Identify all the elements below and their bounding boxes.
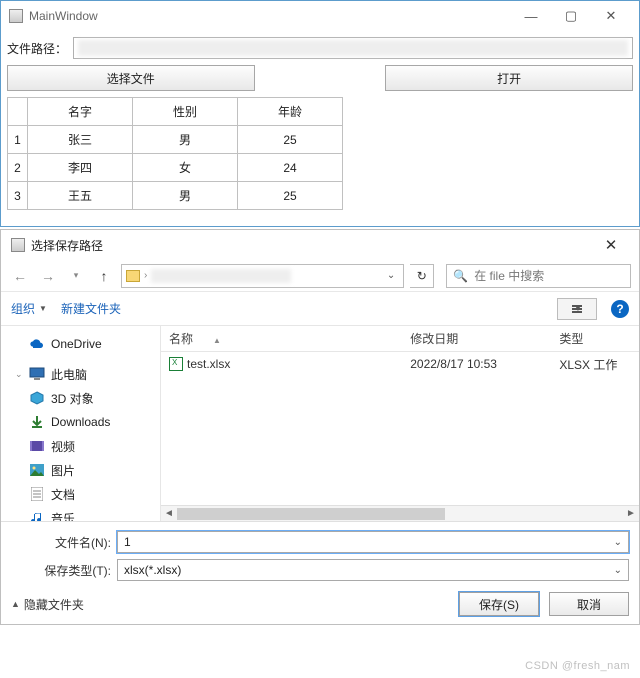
filetype-select[interactable]: xlsx(*.xlsx) ⌄ bbox=[117, 559, 629, 581]
nav-recent-button[interactable]: ▾ bbox=[65, 265, 87, 287]
close-button[interactable]: ✕ bbox=[591, 2, 631, 30]
tree-item-pictures[interactable]: 图片 bbox=[1, 458, 160, 482]
dialog-title: 选择保存路径 bbox=[31, 237, 103, 254]
cloud-icon bbox=[29, 336, 45, 352]
horizontal-scrollbar[interactable]: ◄ ► bbox=[161, 505, 639, 521]
table-row[interactable]: 3 王五 男 25 bbox=[8, 182, 343, 210]
tree-item-videos[interactable]: 视频 bbox=[1, 434, 160, 458]
save-dialog: 选择保存路径 ✕ ← → ▾ ↑ › ⌄ ↻ 🔍 在 file 中搜索 组织 ▼… bbox=[0, 229, 640, 625]
file-row[interactable]: test.xlsx 2022/8/17 10:53 XLSX 工作 bbox=[161, 352, 639, 376]
col-header-age[interactable]: 年龄 bbox=[238, 98, 343, 126]
dialog-icon bbox=[11, 238, 25, 252]
document-icon bbox=[29, 486, 45, 502]
monitor-icon bbox=[29, 366, 45, 382]
folder-icon bbox=[126, 270, 140, 282]
nav-forward-button: → bbox=[37, 265, 59, 287]
main-buttons-row: 选择文件 打开 bbox=[1, 65, 639, 91]
col-header-name[interactable]: 名字 bbox=[28, 98, 133, 126]
view-mode-button[interactable]: ▼ bbox=[557, 298, 597, 320]
scroll-right-icon[interactable]: ► bbox=[623, 508, 639, 519]
tree-item-documents[interactable]: 文档 bbox=[1, 482, 160, 506]
search-icon: 🔍 bbox=[453, 269, 468, 283]
chevron-up-icon: ▲ bbox=[11, 599, 20, 609]
dialog-titlebar: 选择保存路径 ✕ bbox=[1, 230, 639, 260]
chevron-right-icon: › bbox=[144, 270, 147, 281]
toolbar-row: 组织 ▼ 新建文件夹 ▼ ? bbox=[1, 292, 639, 326]
picture-icon bbox=[29, 462, 45, 478]
maximize-button[interactable]: ▢ bbox=[551, 2, 591, 30]
tree-onedrive[interactable]: OneDrive bbox=[1, 332, 160, 356]
organize-menu[interactable]: 组织 bbox=[11, 300, 35, 317]
table-row[interactable]: 2 李四 女 24 bbox=[8, 154, 343, 182]
search-placeholder: 在 file 中搜索 bbox=[474, 267, 544, 284]
col-name[interactable]: 名称▲ bbox=[161, 330, 402, 347]
col-date[interactable]: 修改日期 bbox=[402, 330, 551, 347]
refresh-button[interactable]: ↻ bbox=[410, 264, 434, 288]
help-button[interactable]: ? bbox=[611, 300, 629, 318]
col-type[interactable]: 类型 bbox=[551, 330, 639, 347]
filename-input[interactable]: 1 ⌄ bbox=[117, 531, 629, 553]
filetype-label: 保存类型(T): bbox=[11, 562, 111, 579]
sort-asc-icon: ▲ bbox=[213, 336, 221, 345]
music-icon bbox=[29, 510, 45, 521]
col-header-gender[interactable]: 性别 bbox=[133, 98, 238, 126]
video-icon bbox=[29, 438, 45, 454]
download-icon bbox=[29, 414, 45, 430]
file-columns-header: 名称▲ 修改日期 类型 bbox=[161, 326, 639, 352]
main-window: MainWindow — ▢ ✕ 文件路径： 选择文件 打开 名字 性别 年龄 … bbox=[0, 0, 640, 227]
filename-row: 文件名(N): 1 ⌄ bbox=[1, 528, 639, 556]
breadcrumb-dropdown[interactable]: ⌄ bbox=[383, 270, 399, 281]
hide-folders-toggle[interactable]: ▲ 隐藏文件夹 bbox=[11, 596, 84, 613]
dialog-footer: ▲ 隐藏文件夹 保存(S) 取消 bbox=[1, 584, 639, 624]
search-input[interactable]: 🔍 在 file 中搜索 bbox=[446, 264, 631, 288]
main-titlebar: MainWindow — ▢ ✕ bbox=[1, 1, 639, 31]
scroll-left-icon[interactable]: ◄ bbox=[161, 508, 177, 519]
tree-item-music[interactable]: 音乐 bbox=[1, 506, 160, 521]
row-header: 3 bbox=[8, 182, 28, 210]
chevron-down-icon: ▼ bbox=[574, 304, 582, 313]
dialog-close-button[interactable]: ✕ bbox=[593, 236, 629, 254]
chevron-down-icon: ▼ bbox=[39, 304, 47, 313]
save-button[interactable]: 保存(S) bbox=[459, 592, 539, 616]
tree-item-3d[interactable]: 3D 对象 bbox=[1, 386, 160, 410]
window-controls: — ▢ ✕ bbox=[511, 2, 631, 30]
window-title: MainWindow bbox=[29, 9, 98, 23]
file-path-row: 文件路径： bbox=[1, 31, 639, 65]
nav-up-button[interactable]: ↑ bbox=[93, 265, 115, 287]
cancel-button[interactable]: 取消 bbox=[549, 592, 629, 616]
new-folder-button[interactable]: 新建文件夹 bbox=[61, 300, 121, 317]
tree-item-downloads[interactable]: Downloads bbox=[1, 410, 160, 434]
watermark: CSDN @fresh_nam bbox=[525, 660, 630, 672]
tree-thispc[interactable]: ⌄ 此电脑 bbox=[1, 362, 160, 386]
cube-icon bbox=[29, 390, 45, 406]
xlsx-file-icon bbox=[169, 357, 183, 371]
file-path-label: 文件路径： bbox=[7, 40, 67, 57]
chevron-down-icon[interactable]: ⌄ bbox=[614, 537, 622, 548]
data-table: 名字 性别 年龄 1 张三 男 25 2 李四 女 24 3 王五 男 25 bbox=[7, 97, 343, 210]
data-table-wrap: 名字 性别 年龄 1 张三 男 25 2 李四 女 24 3 王五 男 25 bbox=[1, 91, 639, 226]
select-file-button[interactable]: 选择文件 bbox=[7, 65, 255, 91]
filename-label: 文件名(N): bbox=[11, 534, 111, 551]
breadcrumb[interactable]: › ⌄ bbox=[121, 264, 404, 288]
nav-back-button[interactable]: ← bbox=[9, 265, 31, 287]
open-button[interactable]: 打开 bbox=[385, 65, 633, 91]
file-path-input[interactable] bbox=[73, 37, 633, 59]
chevron-down-icon: ⌄ bbox=[15, 369, 23, 380]
chevron-down-icon[interactable]: ⌄ bbox=[614, 565, 622, 576]
app-icon bbox=[9, 9, 23, 23]
files-pane: 名称▲ 修改日期 类型 test.xlsx 2022/8/17 10:53 XL… bbox=[161, 326, 639, 521]
table-row[interactable]: 1 张三 男 25 bbox=[8, 126, 343, 154]
row-header: 1 bbox=[8, 126, 28, 154]
nav-row: ← → ▾ ↑ › ⌄ ↻ 🔍 在 file 中搜索 bbox=[1, 260, 639, 292]
corner-header bbox=[8, 98, 28, 126]
minimize-button[interactable]: — bbox=[511, 2, 551, 30]
row-header: 2 bbox=[8, 154, 28, 182]
breadcrumb-path bbox=[151, 269, 291, 283]
filetype-row: 保存类型(T): xlsx(*.xlsx) ⌄ bbox=[1, 556, 639, 584]
scroll-thumb[interactable] bbox=[177, 508, 445, 520]
dialog-body: OneDrive ⌄ 此电脑 3D 对象 Downloads 视频 bbox=[1, 326, 639, 522]
folder-tree: OneDrive ⌄ 此电脑 3D 对象 Downloads 视频 bbox=[1, 326, 161, 521]
